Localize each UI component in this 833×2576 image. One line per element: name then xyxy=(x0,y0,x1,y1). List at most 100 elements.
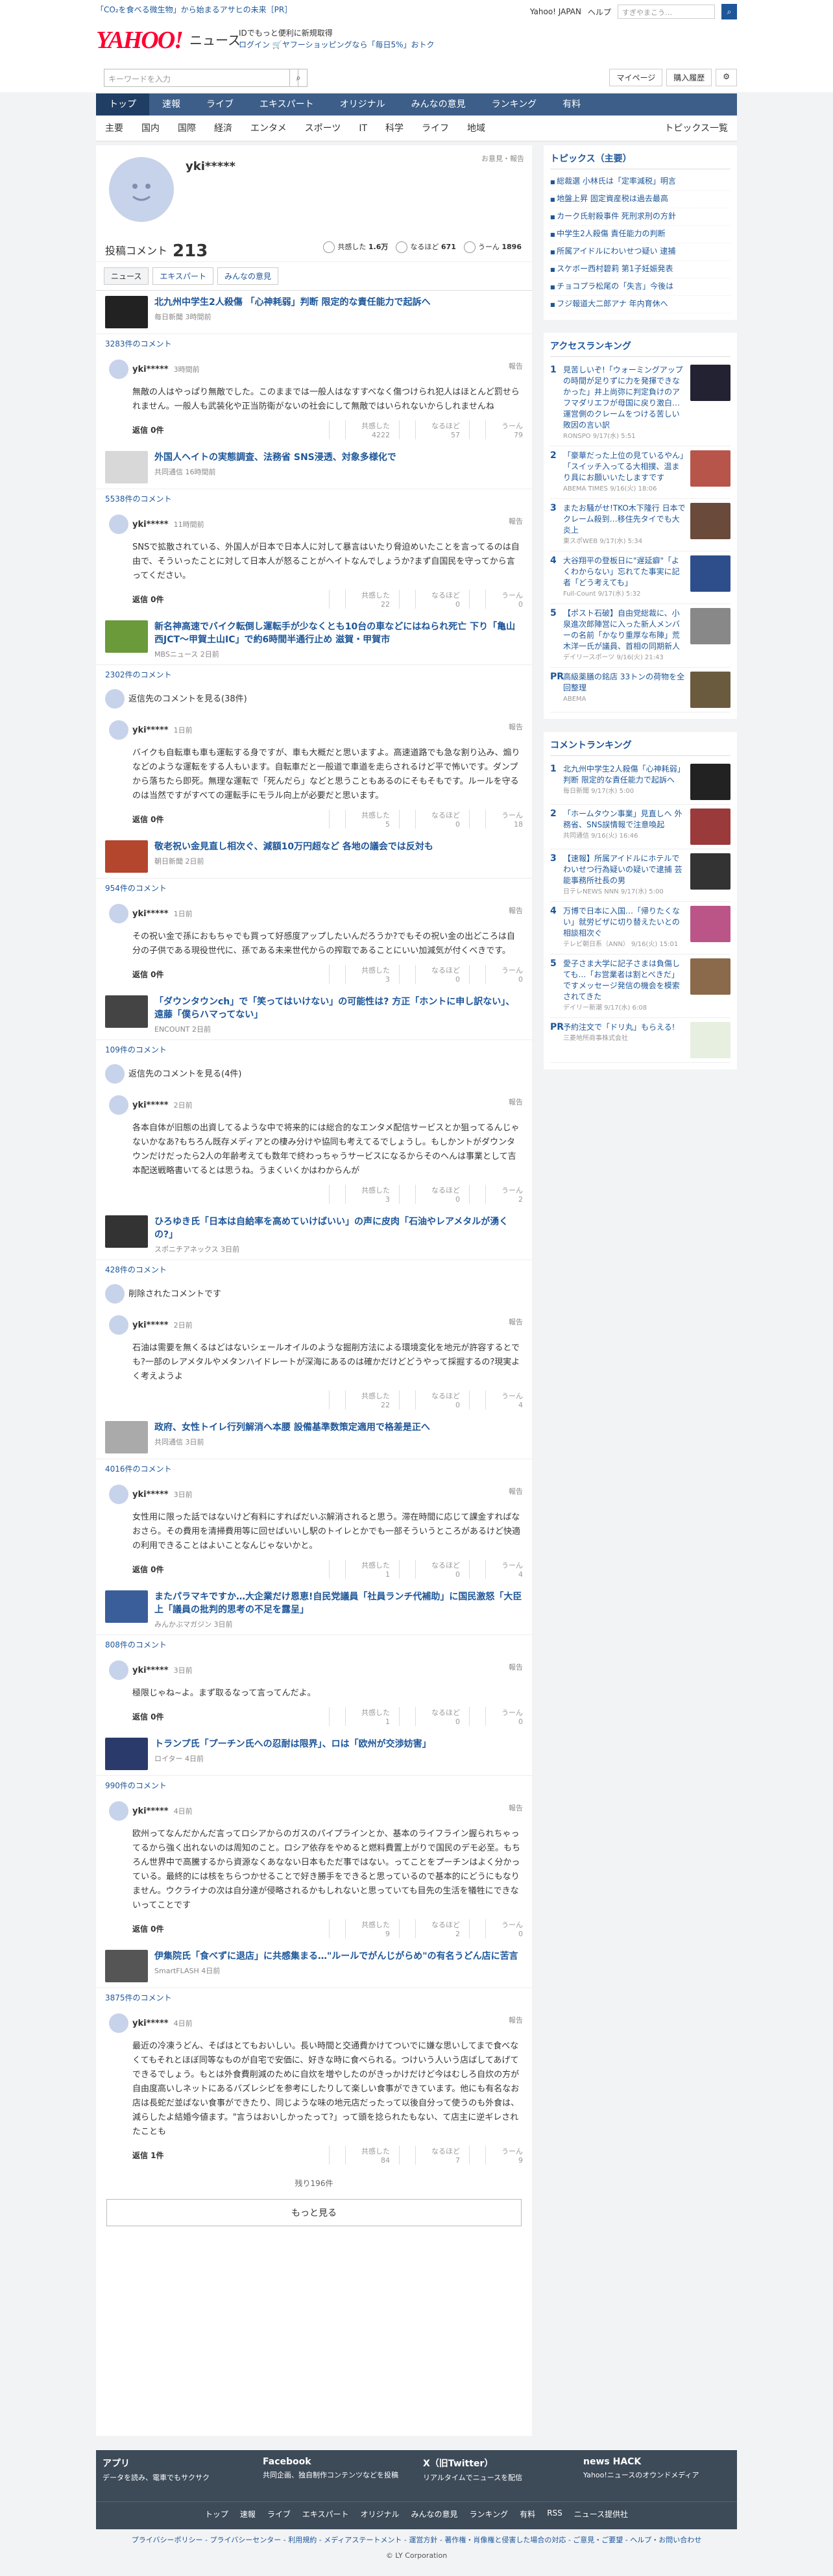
parent-comment-note[interactable]: 削除されたコメントです xyxy=(96,1279,532,1309)
comment-author[interactable]: yki***** xyxy=(132,1806,169,1816)
reply-link[interactable]: 返信 0件 xyxy=(132,814,164,825)
comment-count-link[interactable]: 2302件のコメント xyxy=(96,665,532,684)
reaction-button[interactable]: うーん 2 xyxy=(469,1185,523,1204)
reaction-button[interactable]: 共感した 9 xyxy=(329,1919,390,1938)
reply-link[interactable]: 返信 1件 xyxy=(132,2150,164,2161)
web-search-input[interactable]: すぎやまこう… xyxy=(618,5,715,19)
nav-expert[interactable]: エキスパート xyxy=(247,93,327,115)
topic-item[interactable]: スケボー西村碧莉 第1子妊娠発表 xyxy=(550,261,730,278)
reaction-button[interactable]: なるほど 0 xyxy=(399,810,460,829)
tab-expert[interactable]: エキスパート xyxy=(152,267,214,285)
reaction-button[interactable]: 共感した 1 xyxy=(329,1560,390,1579)
tab-news[interactable]: ニュース xyxy=(104,267,149,285)
rank-item[interactable]: 1 見苦しいぞ!「ウォーミングアップの時間が足りずに力を発揮できなかった」井上尚弥… xyxy=(550,361,730,446)
nav-paid[interactable]: 有料 xyxy=(549,93,594,115)
nav-top[interactable]: トップ xyxy=(96,93,149,115)
reaction-button[interactable]: なるほど 0 xyxy=(399,1391,460,1409)
report-link[interactable]: 報告 xyxy=(509,516,523,526)
report-link[interactable]: 報告 xyxy=(509,1486,523,1496)
reaction-button[interactable]: なるほど 7 xyxy=(399,2146,460,2165)
rank-item[interactable]: 5 【ポスト石破】自由党総裁に、小泉進次郎陣営に入った新人メンバーの名前「かなり重… xyxy=(550,604,730,668)
reaction-button[interactable]: なるほど 0 xyxy=(399,590,460,609)
rank-item[interactable]: 4 大谷翔平の登板日に"遅延癖"「よくわからない」忘れてた事実に記者「どう考えても… xyxy=(550,552,730,604)
reaction-button[interactable]: うーん 18 xyxy=(469,810,523,829)
reaction-button[interactable]: うーん 0 xyxy=(469,1919,523,1938)
nav-opinion[interactable]: みんなの意見 xyxy=(398,93,479,115)
article-title[interactable]: 「ダウンタウンch」で「笑ってはいけない」の可能性は? 方正「ホントに申し訳ない… xyxy=(154,995,523,1021)
reaction-button[interactable]: なるほど 2 xyxy=(399,1919,460,1938)
reaction-button[interactable]: なるほど 0 xyxy=(399,1560,460,1579)
footer-nav-item[interactable]: ライブ xyxy=(267,2509,291,2520)
subnav-item[interactable]: 国際 xyxy=(169,115,205,141)
nav-original[interactable]: オリジナル xyxy=(327,93,398,115)
promo-link[interactable]: 「CO₂を食べる微生物」から始まるアサヒの未来［PR］ xyxy=(96,4,292,15)
comment-author[interactable]: yki***** xyxy=(132,365,169,374)
footer-nav-item[interactable]: 有料 xyxy=(520,2509,535,2520)
report-link[interactable]: 報告 xyxy=(509,1662,523,1672)
comment-count-link[interactable]: 954件のコメント xyxy=(96,879,532,897)
topic-item[interactable]: 所属アイドルにわいせつ疑い 逮捕 xyxy=(550,243,730,261)
reaction-button[interactable]: 共感した 1 xyxy=(329,1707,390,1726)
yahoo-japan-link[interactable]: Yahoo! JAPAN xyxy=(530,7,581,16)
comment-author[interactable]: yki***** xyxy=(132,725,169,735)
report-link[interactable]: お意見・報告 xyxy=(481,153,524,164)
comment-author[interactable]: yki***** xyxy=(132,1490,169,1500)
subnav-item[interactable]: スポーツ xyxy=(296,115,350,141)
subnav-item[interactable]: 国内 xyxy=(132,115,169,141)
reaction-button[interactable]: うーん 4 xyxy=(469,1560,523,1579)
id-register[interactable]: IDでもっと便利に新規取得 xyxy=(239,27,435,39)
article-item[interactable]: 伊集院氏「食べずに退店」に共感集まる…"ルールでがんじがらめ"の有名うどん店に苦… xyxy=(96,1945,532,1988)
article-title[interactable]: ひろゆき氏「日本は自給率を高めていけばいい」の声に皮肉「石油やレアメタルが湧くの… xyxy=(154,1215,523,1241)
article-item[interactable]: ひろゆき氏「日本は自給率を高めていけばいい」の声に皮肉「石油やレアメタルが湧くの… xyxy=(96,1210,532,1260)
history-button[interactable]: 購入履歴 xyxy=(666,69,712,86)
article-item[interactable]: 外国人ヘイトの実態調査、法務省 SNS浸透、対象多様化で 共同通信 16時間前 xyxy=(96,446,532,489)
comment-count-link[interactable]: 109件のコメント xyxy=(96,1040,532,1059)
reaction-button[interactable]: 共感した 4222 xyxy=(329,420,390,439)
reaction-button[interactable]: うーん 79 xyxy=(469,420,523,439)
comment-author[interactable]: yki***** xyxy=(132,1100,169,1110)
footer-x[interactable]: X（旧Twitter） リアルタイムでニュースを配信 xyxy=(416,2450,577,2501)
topic-item[interactable]: チョコプラ松尾の「失言」今後は xyxy=(550,278,730,296)
logo[interactable]: YAHOO! xyxy=(96,26,184,55)
footer-facebook[interactable]: Facebook 共同企画、独自制作コンテンツなどを投稿 xyxy=(256,2450,416,2501)
rank-item[interactable]: 2 「ホームタウン事業」見直しへ 外務省、SNS誤情報で注意喚起 共同通信 9/16… xyxy=(550,805,730,849)
topics-list-link[interactable]: トピックス一覧 xyxy=(655,115,737,141)
reaction-button[interactable]: なるほど 0 xyxy=(399,1707,460,1726)
report-link[interactable]: 報告 xyxy=(509,361,523,371)
comment-author[interactable]: yki***** xyxy=(132,909,169,919)
comment-author[interactable]: yki***** xyxy=(132,520,169,529)
rank-item[interactable]: 4 万博で日本に入国…「帰りたくない」就労ビザに切り替えたいとの相談相次ぐ テレビ朝… xyxy=(550,902,730,954)
topic-item[interactable]: フジ報道大二郎アナ 年内育休へ xyxy=(550,296,730,313)
subnav-item[interactable]: 経済 xyxy=(205,115,241,141)
footer-nav-item[interactable]: RSS xyxy=(547,2509,562,2520)
reaction-button[interactable]: なるほど 0 xyxy=(399,965,460,984)
search-button[interactable]: ⌕ xyxy=(289,69,308,87)
article-item[interactable]: 政府、女性トイレ行列解消へ本腰 設備基準数策定適用で格差是正へ 共同通信 3日前 xyxy=(96,1416,532,1459)
rank-item[interactable]: 2 「豪華だった上位の見ているやん」「スイッチ入ってる大相撲、温まり具にお願いいた… xyxy=(550,446,730,499)
comment-author[interactable]: yki***** xyxy=(132,2019,169,2028)
reaction-button[interactable]: 共感した 22 xyxy=(329,590,390,609)
topic-item[interactable]: 総裁選 小林氏は「定率減税」明言 xyxy=(550,173,730,191)
search-icon[interactable]: ⌕ xyxy=(721,4,737,19)
article-item[interactable]: 敬老祝い金見直し相次ぐ、減額10万円超など 各地の議会では反対も 朝日新聞 2日前 xyxy=(96,835,532,879)
nav-ranking[interactable]: ランキング xyxy=(479,93,550,115)
article-title[interactable]: 外国人ヘイトの実態調査、法務省 SNS浸透、対象多様化で xyxy=(154,451,396,464)
reaction-button[interactable]: うーん 9 xyxy=(469,2146,523,2165)
article-item[interactable]: 北九州中学生2人殺傷 「心神耗弱」判断 限定的な責任能力で起訴へ 毎日新聞 3時間… xyxy=(96,291,532,334)
login-line[interactable]: ログイン 🛒ヤフーショッピングなら「毎日5%」おトク xyxy=(239,39,435,51)
footer-nav-item[interactable]: エキスパート xyxy=(302,2509,349,2520)
reaction-button[interactable]: なるほど 0 xyxy=(399,1185,460,1204)
article-title[interactable]: トランプ氏「プーチン氏への忍耐は限界」、ロは「欧州が交渉妨害」 xyxy=(154,1738,431,1751)
comment-count-link[interactable]: 4016件のコメント xyxy=(96,1459,532,1478)
reaction-button[interactable]: うーん 0 xyxy=(469,590,523,609)
reply-link[interactable]: 返信 0件 xyxy=(132,1711,164,1722)
article-title[interactable]: 政府、女性トイレ行列解消へ本腰 設備基準数策定適用で格差是正へ xyxy=(154,1421,430,1434)
article-item[interactable]: トランプ氏「プーチン氏への忍耐は限界」、ロは「欧州が交渉妨害」 ロイター 4日前 xyxy=(96,1732,532,1776)
article-title[interactable]: またパラマキですか…大企業だけ恩恵!自民党議員「社員ランチ代補助」に国民激怒「大… xyxy=(154,1590,523,1616)
tab-opinion[interactable]: みんなの意見 xyxy=(217,267,279,285)
subnav-item[interactable]: 主要 xyxy=(96,115,132,141)
reaction-button[interactable]: 共感した 3 xyxy=(329,1185,390,1204)
report-link[interactable]: 報告 xyxy=(509,1803,523,1813)
ad-item[interactable]: PR 高級薬膳の銘店 33トンの荷物を全回整理 ABEMA xyxy=(550,668,730,712)
subnav-item[interactable]: エンタメ xyxy=(241,115,296,141)
